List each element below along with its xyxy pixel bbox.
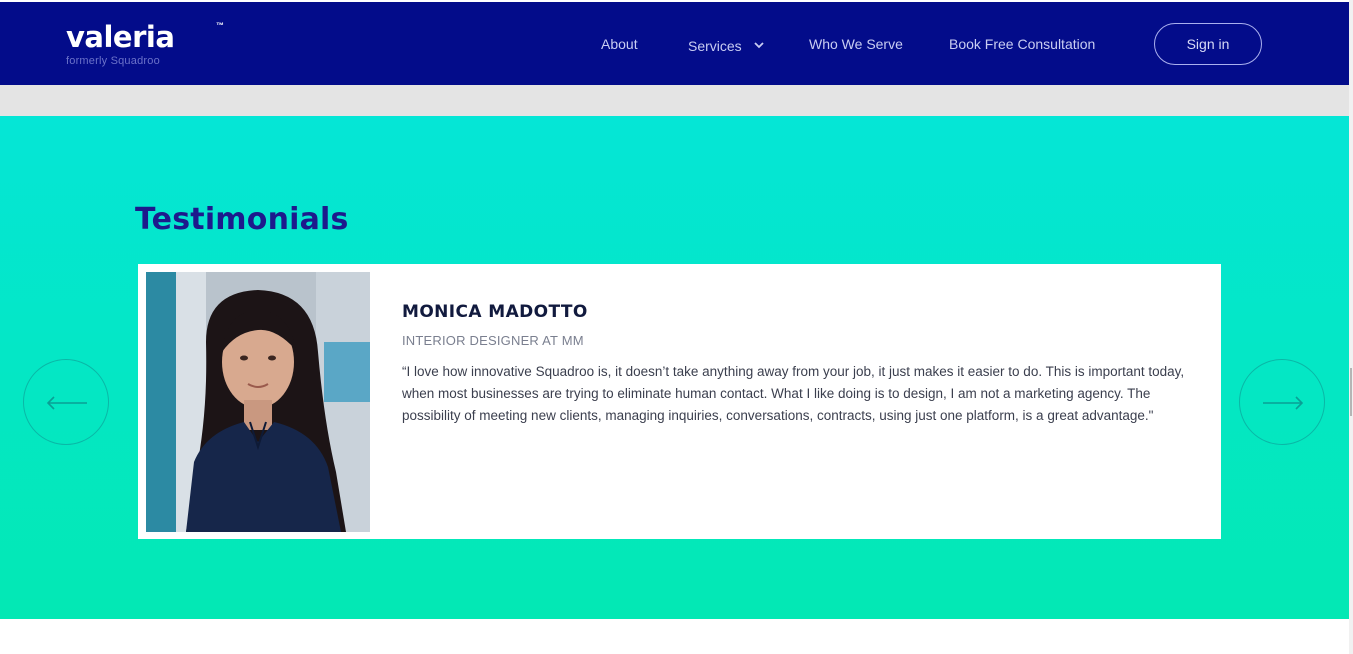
arrow-left-icon <box>46 396 87 410</box>
nav-book-consultation-label: Book Free Consultation <box>949 36 1096 52</box>
scrollbar-thumb[interactable] <box>1350 368 1352 416</box>
nav-who-we-serve[interactable]: Who We Serve <box>809 36 903 52</box>
testimonial-photo <box>146 272 370 532</box>
nav-about-label: About <box>601 36 638 52</box>
brand-name: valeria <box>66 20 175 54</box>
nav-book-consultation[interactable]: Book Free Consultation <box>949 36 1095 52</box>
testimonial-role: INTERIOR DESIGNER AT MM <box>402 333 584 348</box>
sign-in-button[interactable]: Sign in <box>1154 23 1262 65</box>
testimonial-name: MONICA MADOTTO <box>402 302 588 322</box>
testimonial-quote: “I love how innovative Squadroo is, it d… <box>402 364 1185 423</box>
trademark-mark: ™ <box>216 21 224 30</box>
section-title: Testimonials <box>135 202 349 237</box>
nav-services-label: Services <box>688 38 742 54</box>
nav-about[interactable]: About <box>601 36 638 52</box>
nav-who-we-serve-label: Who We Serve <box>809 36 903 52</box>
scrollbar-track[interactable] <box>1349 0 1353 654</box>
nav-services[interactable]: Services <box>688 36 764 54</box>
page-bottom <box>0 619 1349 654</box>
brand-subtitle: formerly Squadroo <box>66 55 160 67</box>
prev-testimonial-button[interactable] <box>23 359 109 445</box>
arrow-right-icon <box>1263 396 1304 410</box>
top-navbar: valeria ™ formerly Squadroo About Servic… <box>0 2 1349 85</box>
testimonial-card: MONICA MADOTTO INTERIOR DESIGNER AT MM “… <box>138 264 1221 539</box>
next-testimonial-button[interactable] <box>1239 359 1325 445</box>
grey-band <box>0 85 1349 116</box>
brand-logo[interactable]: valeria ™ formerly Squadroo <box>66 20 224 67</box>
chevron-down-icon <box>753 36 764 52</box>
